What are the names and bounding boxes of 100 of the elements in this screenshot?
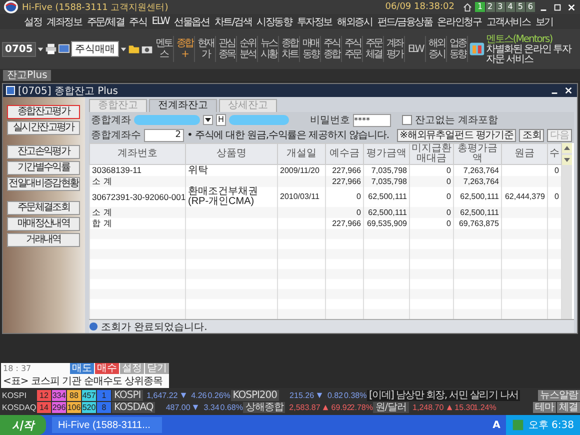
column-header[interactable]: 수 xyxy=(548,144,562,164)
fund-criteria-button[interactable]: ※해외뮤추얼펀드 평가기준 xyxy=(396,128,516,142)
checkbox[interactable] xyxy=(402,115,412,125)
menu-item[interactable]: 주문/체결 xyxy=(86,14,124,28)
index-name: KOSPI xyxy=(112,390,143,401)
account-count-field[interactable]: 2 xyxy=(144,128,184,142)
screen-tab[interactable]: 2 xyxy=(486,2,495,12)
column-header[interactable]: 평가금액 xyxy=(364,144,410,164)
column-header[interactable]: 예수금 xyxy=(326,144,364,164)
side-menu-button[interactable]: 주문체결조회 xyxy=(7,201,80,215)
column-header[interactable]: 미지급환매대금 xyxy=(410,144,454,164)
menu-item[interactable]: 보기 xyxy=(535,14,553,28)
menu-item[interactable]: 주식 xyxy=(129,14,147,28)
table-cell: 7,035,798 xyxy=(371,176,407,186)
printer-icon[interactable] xyxy=(44,43,57,55)
toolbar-button[interactable]: 주문체결 xyxy=(364,36,384,62)
side-menu-button[interactable]: 전일대비증감현황 xyxy=(7,177,80,191)
menu-item[interactable]: 시장동향 xyxy=(256,14,292,28)
alert-text[interactable]: <표> 코스피 기관 순매수도 상위종목 xyxy=(1,374,169,388)
menu-item[interactable]: 펀드/금융상품 xyxy=(377,14,432,28)
start-button[interactable]: 시작 xyxy=(0,415,46,435)
screen-tab[interactable]: 6 xyxy=(526,2,535,12)
index-value: 487.00 xyxy=(164,403,190,412)
ticker-button[interactable]: 뉴스알람 xyxy=(538,390,580,401)
maximize-icon[interactable] xyxy=(553,2,562,12)
menu-item[interactable]: 설정 xyxy=(24,14,42,28)
toolbar-button[interactable]: 매매동향 xyxy=(300,36,321,62)
promo-subtitle: 차별화된 온라인 투자자문 서비스 xyxy=(486,44,573,64)
toolbar-button[interactable]: 해외증시 xyxy=(426,36,447,62)
side-menu-button[interactable]: 거래내역 xyxy=(7,233,80,247)
close-icon[interactable] xyxy=(567,2,576,12)
scroll-up-icon[interactable] xyxy=(562,143,572,153)
table-cell: 227,966 xyxy=(332,218,361,228)
side-menu-button[interactable]: 종합잔고평가 xyxy=(7,105,80,119)
table-cell: 0 xyxy=(446,192,451,201)
column-header[interactable]: 상품명 xyxy=(186,144,278,164)
taskbar-item[interactable]: Hi-Five (1588-3111... xyxy=(52,417,162,433)
toolbar-button[interactable]: 종합차트 xyxy=(280,36,300,62)
toolbar-button[interactable]: 뉴스시황 xyxy=(258,36,279,62)
dropdown-arrow-icon[interactable] xyxy=(203,115,213,125)
toolbar-button[interactable]: 현재가 xyxy=(196,36,216,62)
redacted-account-field[interactable] xyxy=(229,115,290,125)
dropdown-arrow-icon[interactable] xyxy=(120,46,127,52)
table-cell: 합 계 xyxy=(92,218,112,228)
side-menu-button[interactable]: 기간별수익률 xyxy=(7,161,80,175)
language-indicator[interactable]: A xyxy=(492,420,500,430)
monitor-icon[interactable] xyxy=(58,43,70,55)
promo-title[interactable]: 멘토스(Mentors) xyxy=(486,34,578,44)
screen-tab[interactable]: 5 xyxy=(516,2,525,12)
toolbar-button[interactable]: 계좌평가 xyxy=(384,36,405,62)
side-menu-button[interactable]: 잔고손익평가 xyxy=(7,145,80,159)
dropdown-arrow-icon[interactable] xyxy=(36,46,44,52)
menu-item[interactable]: 차트/검색 xyxy=(214,14,252,28)
column-header[interactable]: 원금 xyxy=(502,144,548,164)
table-cell: 0 xyxy=(554,192,559,201)
menu-item[interactable]: 온라인청구 xyxy=(437,14,482,28)
toolbar-button[interactable]: 멘토스 xyxy=(154,36,174,62)
screen-number-field[interactable]: 0705 xyxy=(2,42,36,56)
menu-item[interactable]: 투자정보 xyxy=(296,14,332,28)
tab[interactable]: 전계좌잔고 xyxy=(149,99,217,112)
close-icon[interactable] xyxy=(564,86,573,95)
ticker-button[interactable]: 테마 xyxy=(533,402,556,413)
column-header[interactable]: 계좌번호 xyxy=(90,144,186,164)
menu-item[interactable]: 고객서비스 xyxy=(486,14,530,28)
home-icon[interactable] xyxy=(463,2,472,12)
news-headline[interactable]: [이데] 남상만 회장, 서민 살리기 나서 xyxy=(367,390,520,401)
toolbar-button[interactable]: 업종동향 xyxy=(448,36,468,62)
index-name: 원/달러 xyxy=(373,402,409,413)
menu-combo[interactable]: 주식매매 xyxy=(70,41,119,57)
ticker-button[interactable]: 체결 xyxy=(557,402,580,413)
menu-item[interactable]: ELW xyxy=(152,16,170,27)
alert-button[interactable]: 매수 xyxy=(95,363,119,374)
redacted-account-field[interactable] xyxy=(134,115,200,125)
side-menu-button[interactable]: 매매정산내역 xyxy=(7,217,80,231)
screen-tab[interactable]: 3 xyxy=(496,2,505,12)
tray-clock: 오후 6:38 xyxy=(528,419,574,432)
screen-tab[interactable]: 4 xyxy=(506,2,515,12)
side-menu-button[interactable]: 실시간잔고평가 xyxy=(7,121,80,135)
scrollbar[interactable] xyxy=(562,143,572,319)
toolbar-button[interactable]: 종합+ xyxy=(174,36,195,62)
column-header[interactable]: 개설일 xyxy=(278,144,326,164)
table-cell: 0 xyxy=(356,208,361,216)
info-icon xyxy=(89,322,98,331)
folder-icon[interactable] xyxy=(128,43,140,55)
alert-button[interactable]: 매도 xyxy=(70,363,94,374)
toolbar-button[interactable]: 순위분석 xyxy=(238,36,258,62)
scroll-down-icon[interactable] xyxy=(562,155,572,165)
menu-item[interactable]: 계좌정보 xyxy=(46,14,82,28)
menu-item[interactable]: 선물옵션 xyxy=(174,14,210,28)
index-change: 15.30 xyxy=(454,403,473,412)
table-cell: 2009/11/20 xyxy=(280,166,320,174)
document-tab[interactable]: 잔고Plus xyxy=(3,70,52,81)
toolbar-button[interactable]: 관심종목 xyxy=(216,36,237,62)
column-header[interactable]: 총평가금액 xyxy=(454,144,502,164)
password-field[interactable]: **** xyxy=(353,114,392,126)
toolbar-button[interactable]: ELW xyxy=(406,36,426,62)
toolbar-button[interactable]: 주식주문 xyxy=(342,36,363,62)
toolbar-button[interactable]: 주식종합 xyxy=(322,36,342,62)
menu-item[interactable]: 해외증시 xyxy=(337,14,372,28)
query-button[interactable]: 조회 xyxy=(519,128,544,142)
